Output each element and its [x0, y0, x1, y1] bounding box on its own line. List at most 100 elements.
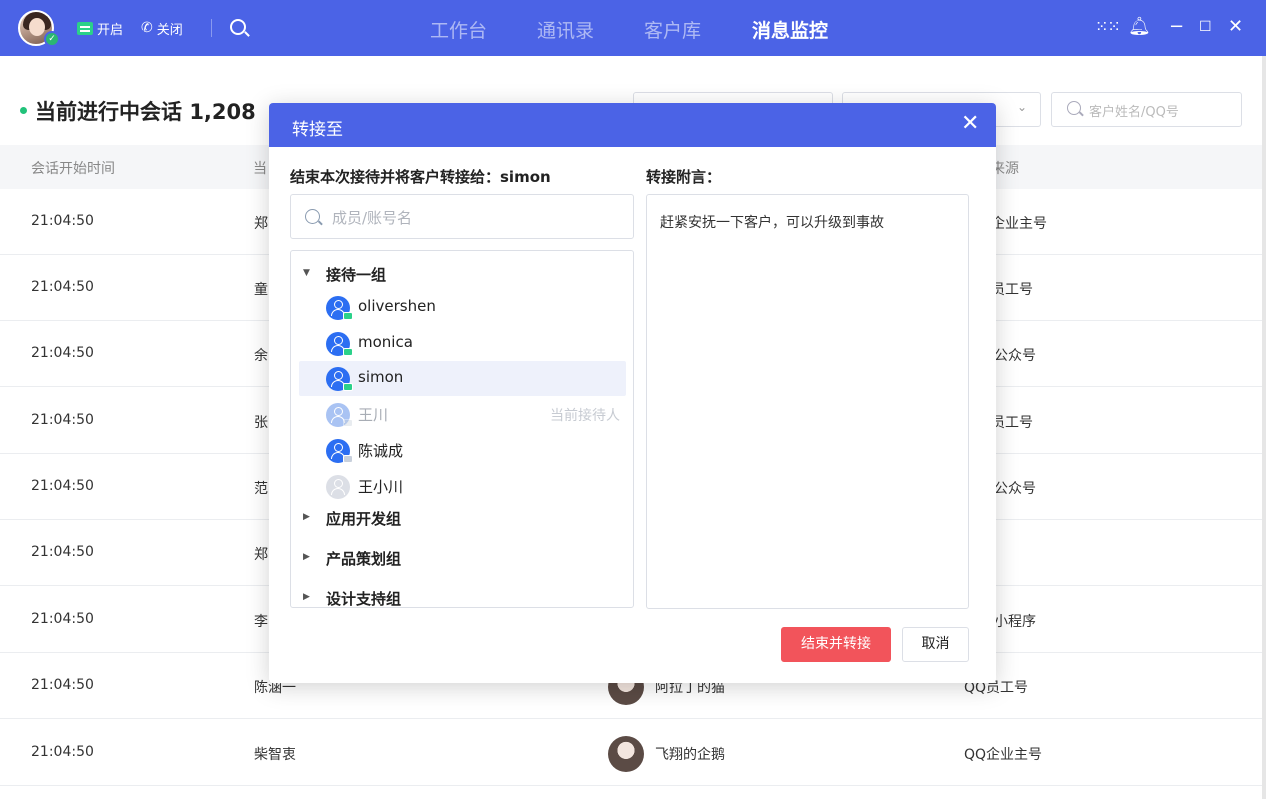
note-label: 转接附言：	[646, 168, 722, 186]
member-search-input[interactable]: 成员/账号名	[290, 194, 634, 239]
group-reception-1[interactable]: ▼ 接待一组	[291, 260, 633, 290]
transfer-dialog: 转接至 ✕ 结束本次接待并将客户转接给：simon 转接附言： 成员/账号名 ▼…	[269, 103, 996, 683]
group-label: 产品策划组	[326, 550, 402, 568]
member-name: olivershen	[358, 297, 436, 315]
member-name: simon	[358, 368, 404, 386]
chat-badge-icon	[343, 383, 353, 391]
cell-agent: 童	[254, 282, 268, 298]
top-bar: ✓ 开启 ✆ 关闭 工作台 通讯录 客户库 消息监控 ⁙⁙ 🔔︎ − ☐ ✕	[0, 0, 1266, 56]
col-start-time: 会话开始时间	[31, 161, 115, 177]
caret-right-icon: ▶	[303, 512, 310, 522]
search-placeholder: 客户姓名/QQ号	[1089, 105, 1179, 120]
cell-time: 21:04:50	[31, 611, 94, 627]
cell-time: 21:04:50	[31, 478, 94, 494]
cell-agent: 范	[254, 481, 268, 497]
note-text: 赶紧安抚一下客户，可以升级到事故	[660, 215, 884, 231]
cell-source: 小程序	[994, 614, 1036, 630]
cell-time: 21:04:50	[31, 279, 94, 295]
open-toggle[interactable]: 开启	[77, 18, 123, 38]
cell-time: 21:04:50	[31, 544, 94, 560]
close-toggle[interactable]: ✆ 关闭	[141, 18, 183, 38]
col-agent: 当	[253, 161, 267, 177]
nav-customer-library[interactable]: 客户库	[644, 16, 701, 43]
cell-source: 员工号	[991, 282, 1033, 298]
transfer-note-textarea[interactable]: 赶紧安抚一下客户，可以升级到事故	[646, 194, 969, 609]
cell-agent: 柴智衷	[254, 747, 296, 763]
scrollbar[interactable]	[1262, 56, 1266, 799]
group-app-dev[interactable]: ▶ 应用开发组	[291, 504, 633, 534]
group-label: 接待一组	[326, 266, 387, 284]
member-tree: ▼ 接待一组 olivershen monica simon 王川 当前接待人	[290, 250, 634, 608]
nav-contacts[interactable]: 通讯录	[537, 16, 594, 43]
chat-badge-icon	[343, 348, 353, 356]
cancel-button[interactable]: 取消	[902, 627, 969, 662]
member-search-placeholder: 成员/账号名	[332, 209, 413, 227]
session-count: 1,208	[189, 100, 256, 124]
message-icon	[77, 21, 93, 35]
page-title: 当前进行中会话 1,208	[20, 96, 256, 126]
minimize-icon[interactable]: −	[1169, 16, 1184, 38]
cell-agent: 余	[254, 348, 268, 364]
search-icon	[305, 209, 320, 224]
close-window-icon[interactable]: ✕	[1228, 16, 1243, 38]
nav-message-monitor[interactable]: 消息监控	[752, 16, 828, 43]
search-icon	[1067, 101, 1081, 115]
member-name: 王川	[358, 406, 389, 424]
member-item-selected[interactable]: simon	[299, 361, 626, 396]
user-icon	[326, 475, 350, 499]
cell-customer: 飞翔的企鹅	[655, 747, 725, 763]
cell-time: 21:04:50	[31, 345, 94, 361]
cell-time: 21:04:50	[31, 213, 94, 229]
customer-avatar	[608, 736, 644, 772]
member-item[interactable]: olivershen	[299, 290, 626, 325]
cell-agent: 张	[254, 415, 268, 431]
grid-dialpad-icon[interactable]: ⁙⁙	[1095, 16, 1121, 38]
maximize-icon[interactable]: ☐	[1199, 16, 1212, 38]
member-name: 陈诚成	[358, 442, 404, 460]
customer-search-input[interactable]: 客户姓名/QQ号	[1051, 92, 1242, 127]
cell-source: 员工号	[991, 415, 1033, 431]
table-row[interactable]: 21:04:50 柴智衷 飞翔的企鹅 QQ企业主号	[0, 720, 1262, 786]
live-dot-icon	[20, 106, 27, 114]
cell-source: 公众号	[994, 481, 1036, 497]
close-icon[interactable]: ✕	[961, 112, 979, 136]
open-label: 开启	[97, 22, 124, 38]
dialog-header: 转接至 ✕	[269, 103, 996, 147]
chat-badge-icon	[343, 312, 353, 320]
cell-agent: 郑	[254, 547, 268, 563]
title-text: 当前进行中会话	[35, 100, 182, 124]
online-check-icon: ✓	[44, 31, 60, 47]
group-product-planning[interactable]: ▶ 产品策划组	[291, 544, 633, 574]
cell-source: 公众号	[994, 348, 1036, 364]
phone-icon: ✆	[141, 20, 153, 36]
member-item[interactable]: monica	[299, 326, 626, 361]
bell-icon[interactable]: 🔔︎	[1128, 16, 1151, 38]
close-label: 关闭	[156, 22, 183, 38]
cell-source: QQ企业主号	[964, 747, 1043, 763]
cell-time: 21:04:50	[31, 744, 94, 760]
member-item-disabled: 王川 当前接待人	[299, 397, 626, 432]
nav-workbench[interactable]: 工作台	[430, 16, 487, 43]
cell-agent: 郑	[254, 216, 268, 232]
transfer-target-label: 结束本次接待并将客户转接给：simon	[290, 168, 551, 186]
group-label: 应用开发组	[326, 510, 402, 528]
end-and-transfer-button[interactable]: 结束并转接	[781, 627, 891, 662]
chevron-down-icon: ⌄	[1017, 100, 1028, 114]
member-name: monica	[358, 333, 413, 351]
current-agent-tag: 当前接待人	[550, 408, 620, 424]
cell-time: 21:04:50	[31, 677, 94, 693]
chat-badge-icon	[343, 419, 353, 427]
caret-right-icon: ▶	[303, 552, 310, 562]
dialog-title: 转接至	[292, 120, 343, 140]
caret-right-icon: ▶	[303, 592, 310, 602]
search-icon[interactable]	[230, 19, 246, 35]
member-item[interactable]: 王小川	[299, 469, 626, 504]
member-item[interactable]: 陈诚成	[299, 433, 626, 468]
group-label: 设计支持组	[326, 590, 402, 608]
divider	[211, 19, 212, 37]
cell-agent: 李	[254, 614, 268, 630]
cell-source: 企业主号	[991, 216, 1047, 232]
caret-down-icon: ▼	[303, 268, 310, 278]
group-design-support[interactable]: ▶ 设计支持组	[291, 584, 633, 608]
cell-time: 21:04:50	[31, 412, 94, 428]
